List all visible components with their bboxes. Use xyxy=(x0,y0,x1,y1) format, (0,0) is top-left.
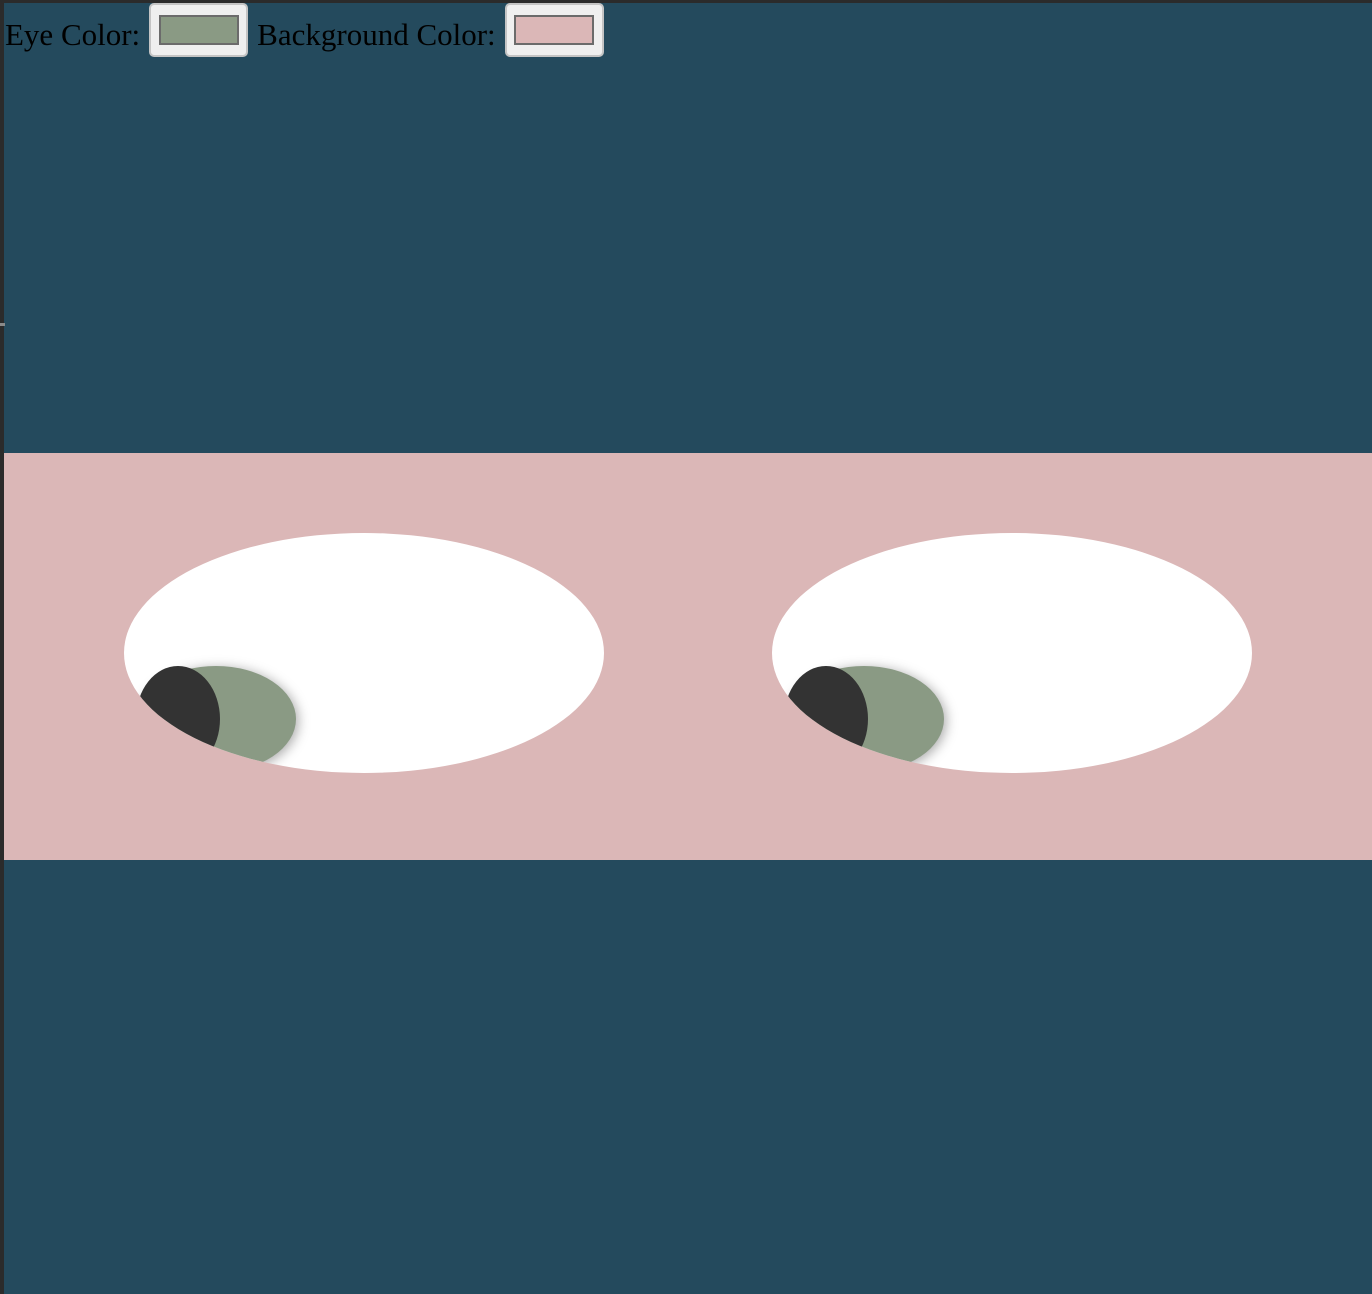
background-color-swatch xyxy=(514,15,595,45)
right-eye[interactable] xyxy=(772,533,1252,773)
eye-color-label: Eye Color: xyxy=(5,16,141,52)
color-controls: Eye Color: Background Color: xyxy=(5,3,613,57)
resize-handle[interactable] xyxy=(0,323,5,326)
background-color-picker[interactable] xyxy=(504,3,604,57)
eye-color-picker[interactable] xyxy=(149,3,249,57)
right-eye-pupil xyxy=(784,666,868,772)
eye-color-swatch xyxy=(158,15,239,45)
eyes-panel xyxy=(4,453,1372,860)
background-color-label: Background Color: xyxy=(257,16,496,52)
left-eye[interactable] xyxy=(124,533,604,773)
left-eye-pupil xyxy=(136,666,220,772)
